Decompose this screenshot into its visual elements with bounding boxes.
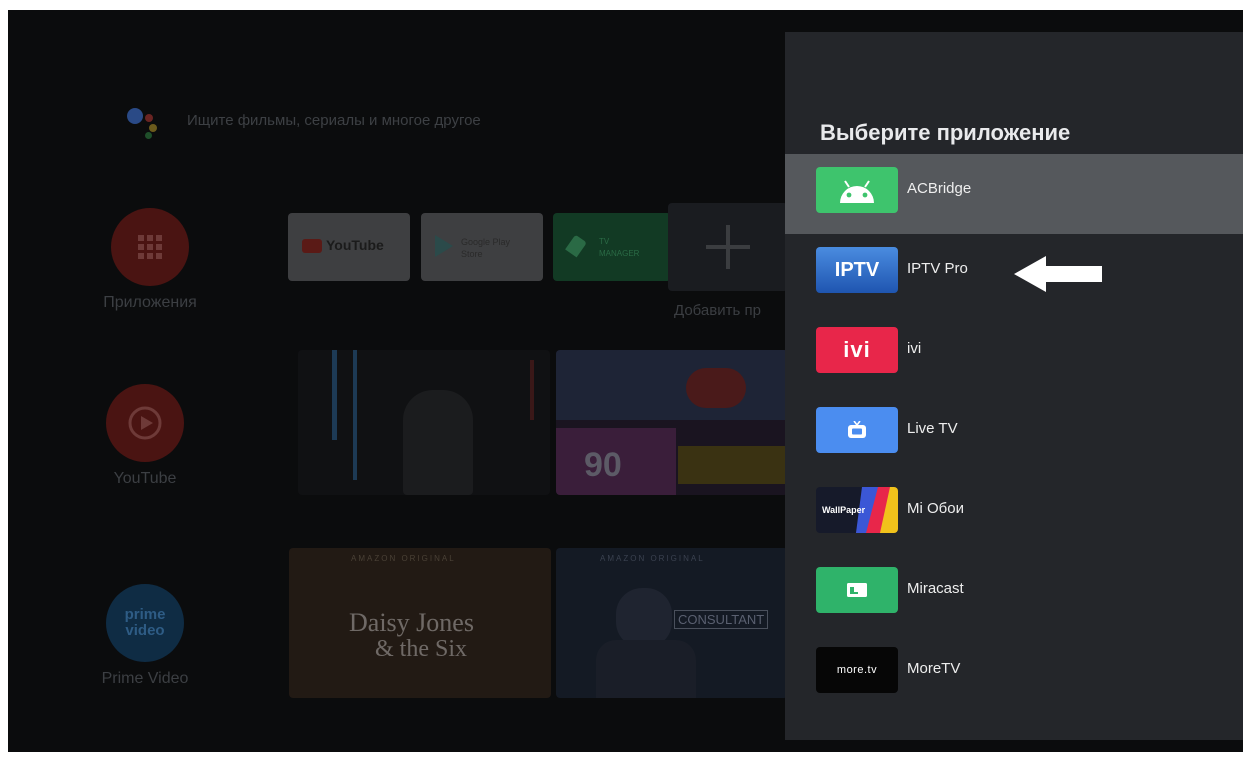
app-name: Miracast [907, 580, 964, 597]
wallpaper-icon: WallPaper [816, 487, 898, 533]
favorite-youtube-tile[interactable]: YouTube [288, 213, 410, 281]
android-icon [816, 167, 898, 213]
content-poster-promo[interactable]: 90 [556, 350, 788, 495]
prime-video-icon: prime video [106, 584, 184, 662]
prime-icon-text: prime video [124, 606, 166, 639]
app-name: MoreTV [907, 660, 961, 677]
tile-label: YouTube [326, 237, 384, 253]
arrow-left-icon [1014, 256, 1102, 292]
tv-icon [816, 407, 898, 453]
play-store-icon [435, 235, 453, 257]
tile-label: Store [461, 249, 483, 259]
poster-title: & the Six [375, 636, 468, 662]
sidebar-item-label: Приложения [103, 294, 197, 311]
sidebar-item-prime-video[interactable]: prime video Prime Video [45, 584, 245, 688]
favorite-tv-manager-tile[interactable]: TV MANAGER [553, 213, 671, 281]
moretv-icon-text: more.tv [836, 664, 878, 676]
content-poster-daisy-jones[interactable]: AMAZON ORIGINAL Daisy Jones & the Six [289, 548, 551, 698]
app-item-moretv[interactable]: more.tv MoreTV [785, 634, 1243, 714]
iptv-icon: IPTV [816, 247, 898, 293]
tile-label: Google Play [461, 237, 511, 247]
tile-label: TV [599, 237, 610, 246]
search-placeholder: Ищите фильмы, сериалы и многое другое [187, 111, 481, 129]
app-name: IPTV Pro [907, 260, 968, 277]
ivi-icon: ivi [816, 327, 898, 373]
promo-number: 90 [584, 446, 622, 484]
search-bar[interactable]: Ищите фильмы, сериалы и многое другое [123, 100, 481, 140]
apps-grid-icon [111, 208, 189, 286]
youtube-play-icon [106, 384, 184, 462]
poster-tag: AMAZON ORIGINAL [600, 554, 705, 563]
iptv-icon-text: IPTV [834, 258, 880, 281]
sidebar-item-youtube[interactable]: YouTube [45, 384, 245, 488]
sidebar-item-apps[interactable]: Приложения [50, 208, 250, 312]
content-poster-music[interactable] [298, 350, 550, 495]
panel-title: Выберите приложение [820, 120, 1071, 145]
app-item-mi-wallpaper[interactable]: WallPaper Mi Обои [785, 474, 1243, 554]
app-item-live-tv[interactable]: Live TV [785, 394, 1243, 474]
wallpaper-icon-text: WallPaper [822, 505, 866, 515]
ivi-icon-text: ivi [843, 337, 871, 362]
tv-screen: Ищите фильмы, сериалы и многое другое Пр… [8, 10, 1243, 752]
app-item-miracast[interactable]: Miracast [785, 554, 1243, 634]
add-app-tile[interactable] [668, 203, 788, 291]
app-name: Live TV [907, 420, 958, 437]
add-app-label: Добавить пр [674, 302, 761, 319]
app-item-acbridge[interactable]: ACBridge [785, 154, 1243, 234]
tile-label: MANAGER [599, 249, 640, 258]
rocket-icon [565, 234, 587, 258]
sidebar-item-label: YouTube [113, 470, 177, 487]
sidebar-item-label: Prime Video [101, 670, 189, 687]
favorite-play-store-tile[interactable]: Google Play Store [421, 213, 543, 281]
moretv-icon: more.tv [816, 647, 898, 693]
poster-tag: AMAZON ORIGINAL [351, 554, 456, 563]
poster-title: Daisy Jones [349, 608, 474, 637]
content-poster-consultant[interactable]: AMAZON ORIGINAL CONSULTANT [556, 548, 788, 698]
youtube-logo-icon [302, 239, 322, 253]
google-assistant-icon [123, 100, 163, 140]
app-name: ivi [907, 340, 922, 357]
cast-icon [816, 567, 898, 613]
app-name: Mi Обои [907, 500, 964, 517]
app-item-ivi[interactable]: ivi ivi [785, 314, 1243, 394]
plus-icon [706, 225, 750, 269]
choose-app-panel: Выберите приложение ACBridge IPTV IPTV P… [785, 32, 1243, 740]
app-name: ACBridge [907, 180, 972, 197]
poster-title: CONSULTANT [674, 610, 769, 629]
